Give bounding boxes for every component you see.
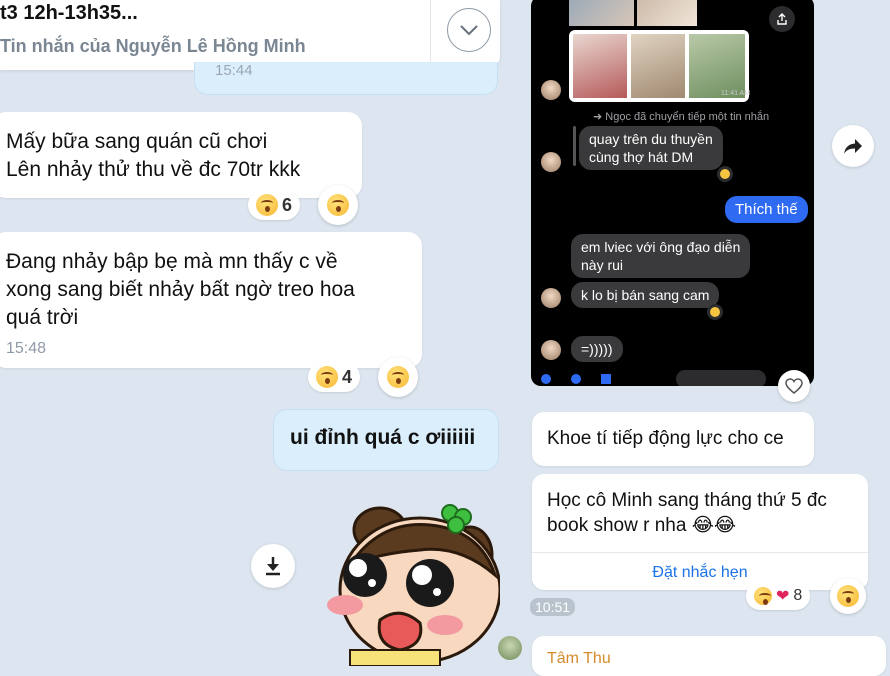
reaction-count: 8 bbox=[793, 587, 803, 604]
sticker-image[interactable] bbox=[320, 495, 500, 666]
phone-toolbar bbox=[541, 370, 811, 386]
photo-thumbnail bbox=[569, 0, 634, 26]
message-text: Khoe tí tiếp động lực cho ce bbox=[547, 428, 784, 449]
add-reaction-button[interactable] bbox=[318, 185, 358, 225]
my-message-bubble[interactable]: ui đỉnh quá c ơiiiiii bbox=[273, 409, 499, 471]
add-reaction-button[interactable] bbox=[830, 578, 866, 614]
phone-message-bubble: em lviec với ông đạo diễn này rui bbox=[571, 234, 751, 278]
reaction-summary[interactable]: ❤ 8 bbox=[746, 582, 811, 610]
pinned-subtitle: Tin nhắn của Nguyễn Lê Hồng Minh bbox=[0, 36, 306, 56]
sender-name: Tâm Thu bbox=[547, 650, 611, 667]
sender-avatar bbox=[498, 636, 522, 660]
surprised-emoji-icon bbox=[754, 587, 772, 605]
photo-time: 11:41 AM bbox=[721, 90, 751, 97]
chevron-down-icon bbox=[460, 25, 478, 36]
share-icon-dark bbox=[769, 6, 795, 32]
message-bubble[interactable]: Khoe tí tiếp động lực cho ce bbox=[532, 412, 814, 466]
message-time: 15:48 bbox=[6, 340, 47, 357]
message-bubble[interactable]: Học cô Minh sang tháng thứ 5 đc book sho… bbox=[532, 474, 868, 590]
message-text-line: Đang nhảy bập bẹ mà mn thấy c về bbox=[6, 250, 338, 273]
message-text-line: Mấy bữa sang quán cũ chơi bbox=[6, 130, 268, 153]
surprised-emoji-icon bbox=[256, 194, 278, 216]
phone-message-bubble: =))))) bbox=[571, 336, 623, 362]
download-button[interactable] bbox=[251, 544, 295, 588]
heart-emoji-icon: ❤ bbox=[776, 588, 790, 605]
message-time: 10:51 bbox=[530, 598, 576, 616]
add-reaction-button[interactable] bbox=[378, 357, 418, 397]
like-image-button[interactable] bbox=[778, 370, 810, 402]
download-icon bbox=[266, 557, 280, 576]
divider bbox=[532, 552, 868, 553]
message-bubble[interactable]: Tâm Thu bbox=[532, 636, 886, 676]
share-forward-icon bbox=[844, 139, 862, 154]
emoji-reaction-icon bbox=[707, 304, 723, 320]
shared-screenshot-image[interactable]: 11:41 AM ➜ Ngọc đã chuyển tiếp một tin n… bbox=[531, 0, 814, 386]
surprised-emoji-icon bbox=[316, 366, 338, 388]
phone-my-bubble: Thích thế bbox=[725, 196, 808, 223]
avatar bbox=[541, 152, 561, 172]
photo-thumbnail bbox=[637, 0, 697, 26]
reaction-count: 6 bbox=[282, 194, 293, 215]
forward-note: ➜ Ngọc đã chuyển tiếp một tin nhắn bbox=[593, 111, 770, 123]
message-text-line: quá trời bbox=[6, 306, 79, 329]
avatar bbox=[541, 340, 561, 360]
partial-message-time: 15:44 bbox=[215, 62, 253, 79]
heart-icon bbox=[785, 378, 803, 394]
phone-message-bubble: quay trên du thuyền cùng thợ hát DM bbox=[579, 126, 723, 170]
expand-button[interactable] bbox=[447, 8, 491, 52]
reaction-summary[interactable]: 6 bbox=[248, 190, 301, 220]
message-text-line: xong sang biết nhảy bất ngờ treo hoa bbox=[6, 278, 355, 301]
pinned-message-banner[interactable]: t3 12h-13h35... Tin nhắn của Nguyễn Lê H… bbox=[0, 0, 500, 70]
reaction-count: 4 bbox=[342, 366, 353, 387]
message-text-line: Học cô Minh sang tháng thứ 5 đc bbox=[547, 490, 827, 511]
partial-message-bubble: 15:44 bbox=[194, 62, 498, 95]
message-bubble[interactable]: Đang nhảy bập bẹ mà mn thấy c về xong sa… bbox=[0, 232, 422, 368]
forward-button[interactable] bbox=[832, 125, 874, 167]
message-bubble[interactable]: Mấy bữa sang quán cũ chơi Lên nhảy thử t… bbox=[0, 112, 362, 198]
avatar bbox=[541, 288, 561, 308]
phone-message-bubble: k lo bị bán sang cam bbox=[571, 282, 720, 308]
set-reminder-button[interactable]: Đặt nhắc hẹn bbox=[532, 564, 868, 582]
avatar bbox=[541, 80, 561, 100]
surprised-emoji-icon bbox=[387, 366, 409, 388]
message-text-line: Lên nhảy thử thu về đc 70tr kkk bbox=[6, 158, 301, 181]
surprised-emoji-icon bbox=[837, 585, 859, 607]
reaction-summary[interactable]: 4 bbox=[308, 362, 361, 392]
message-text-line: book show r nha 😂😂 bbox=[547, 515, 737, 536]
emoji-reaction-icon bbox=[717, 166, 733, 182]
message-text: ui đỉnh quá c ơiiiiii bbox=[290, 426, 476, 449]
surprised-emoji-icon bbox=[327, 194, 349, 216]
divider bbox=[430, 0, 431, 62]
pinned-title: t3 12h-13h35... bbox=[0, 2, 138, 24]
